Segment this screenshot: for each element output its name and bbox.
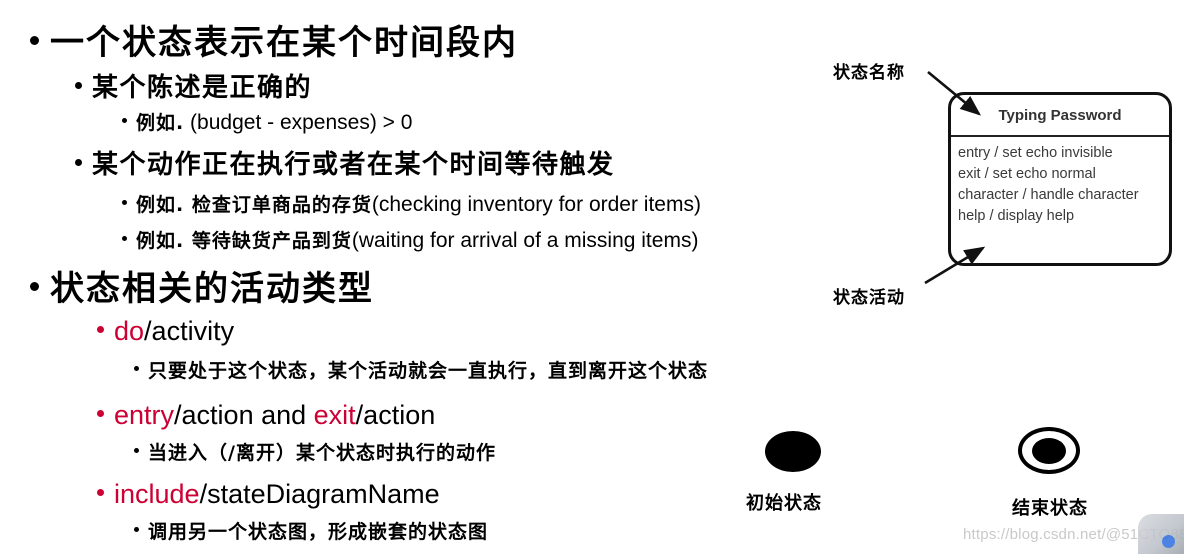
slide-canvas: 一个状态表示在某个时间段内 某个陈述是正确的 例如. (budget - exp… — [0, 0, 1184, 554]
bullet-text-latin: (waiting for arrival of a missing items) — [351, 229, 699, 252]
bullet-dot — [97, 410, 104, 417]
bullet-dot — [122, 236, 127, 241]
bullet-text: 调用另一个状态图，形成嵌套的状态图 — [148, 521, 489, 543]
bullet-item-l3: 例如. (budget - expenses) > 0 — [122, 112, 412, 133]
bullet-text-latin: (checking inventory for order items) — [371, 193, 701, 216]
state-activity-line: character / handle character — [958, 187, 1139, 203]
bullet-text: 一个状态表示在某个时间段内 — [50, 23, 518, 63]
bullet-dot — [134, 527, 139, 532]
keyword-entry-suffix: /action and — [174, 400, 314, 430]
bullet-text: 状态相关的活动类型 — [50, 269, 374, 309]
keyword-entry: entry — [114, 400, 175, 430]
initial-state-label: 初始状态 — [746, 493, 822, 514]
bullet-text-cjk: 例如. — [136, 112, 185, 134]
bullet-item-l1: 状态相关的活动类型 — [30, 272, 374, 306]
bullet-text: entry/action and exit/action — [114, 402, 435, 429]
final-state-label: 结束状态 — [1012, 498, 1088, 519]
bullet-dot — [122, 118, 127, 123]
bullet-text: do/activity — [114, 318, 234, 345]
state-activity-line: exit / set echo normal — [958, 166, 1096, 182]
bullet-dot — [75, 159, 82, 166]
state-activity-line: help / display help — [958, 208, 1075, 224]
bullet-item-l3: 例如. 检查订单商品的存货(checking inventory for ord… — [122, 194, 701, 215]
bullet-dot — [30, 282, 39, 291]
annotation-state-activity: 状态活动 — [833, 288, 905, 308]
bullet-dot — [97, 326, 104, 333]
bullet-item-l1: 一个状态表示在某个时间段内 — [30, 26, 518, 60]
badge-dot — [1162, 535, 1175, 548]
keyword-exit-suffix: /action — [355, 400, 436, 430]
bullet-text: 例如. 检查订单商品的存货(checking inventory for ord… — [136, 194, 701, 215]
bullet-item-l2: 某个陈述是正确的 — [75, 75, 312, 101]
keyword-include: include — [114, 479, 200, 509]
bullet-text-cjk: 例如. 检查订单商品的存货 — [136, 194, 372, 216]
uml-state-box: Typing Password entry / set echo invisib… — [948, 92, 1172, 266]
keyword-include-suffix: /stateDiagramName — [199, 479, 440, 509]
bullet-text-latin: (budget - expenses) > 0 — [184, 111, 413, 134]
bullet-item-entry-exit-action: entry/action and exit/action — [97, 402, 435, 429]
bullet-text: include/stateDiagramName — [114, 481, 440, 508]
bullet-item-l3: 只要处于这个状态，某个活动就会一直执行，直到离开这个状态 — [134, 362, 708, 381]
bullet-item-do-activity: do/activity — [97, 318, 234, 345]
bullet-dot — [134, 448, 139, 453]
keyword-do: do — [114, 316, 145, 346]
bullet-dot — [122, 200, 127, 205]
bullet-text: 某个陈述是正确的 — [92, 73, 313, 103]
final-state-icon — [1018, 427, 1080, 474]
bullet-text-cjk: 例如. 等待缺货产品到货 — [136, 230, 352, 252]
bullet-text: 只要处于这个状态，某个活动就会一直执行，直到离开这个状态 — [148, 360, 709, 382]
bullet-dot — [75, 82, 82, 89]
state-activity-line: entry / set echo invisible — [958, 145, 1113, 161]
bullet-item-l3: 当进入（/离开）某个状态时执行的动作 — [134, 444, 496, 463]
bullet-dot — [97, 489, 104, 496]
bullet-item-l3: 例如. 等待缺货产品到货(waiting for arrival of a mi… — [122, 230, 698, 251]
bullet-text: 当进入（/离开）某个状态时执行的动作 — [148, 442, 496, 464]
state-box-title: Typing Password — [951, 95, 1169, 137]
annotation-state-name: 状态名称 — [833, 63, 905, 83]
bullet-text: 某个动作正在执行或者在某个时间等待触发 — [92, 150, 615, 180]
corner-badge-icon — [1138, 514, 1184, 554]
final-state-inner-dot — [1032, 437, 1066, 464]
bullet-item-include-statediagramname: include/stateDiagramName — [97, 481, 440, 508]
bullet-text: 例如. (budget - expenses) > 0 — [136, 112, 412, 133]
keyword-do-suffix: /activity — [144, 316, 235, 346]
bullet-dot — [30, 36, 39, 45]
bullet-dot — [134, 366, 139, 371]
bullet-item-l3: 调用另一个状态图，形成嵌套的状态图 — [134, 523, 488, 542]
state-box-activity-list: entry / set echo invisible exit / set ec… — [951, 137, 1169, 227]
initial-state-icon — [765, 431, 821, 472]
keyword-exit: exit — [313, 400, 356, 430]
bullet-text: 例如. 等待缺货产品到货(waiting for arrival of a mi… — [136, 230, 698, 251]
bullet-item-l2: 某个动作正在执行或者在某个时间等待触发 — [75, 152, 615, 178]
